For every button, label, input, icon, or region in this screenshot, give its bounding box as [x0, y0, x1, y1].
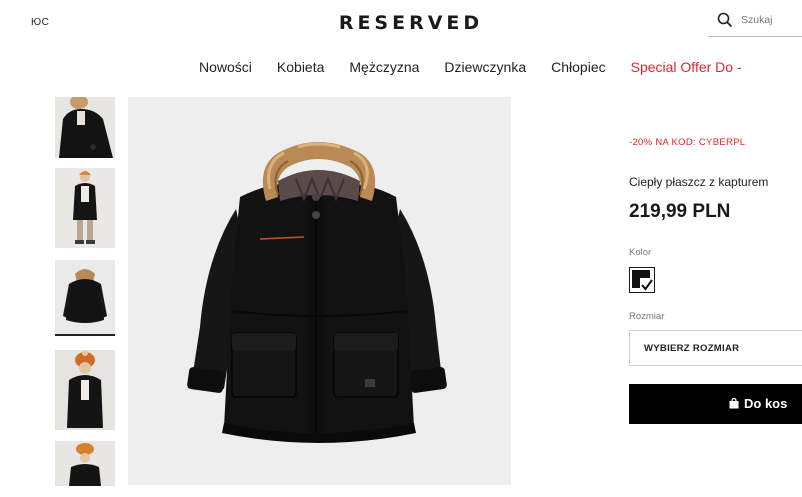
nav-item-special-offer[interactable]: Special Offer Do -	[631, 59, 742, 79]
main-nav: Nowości Kobieta Mężczyzna Dziewczynka Ch…	[199, 59, 767, 79]
search-placeholder: Szukaj	[741, 14, 773, 26]
nav-item-nowosci[interactable]: Nowości	[199, 59, 252, 79]
promo-code-label: -20% NA KOD: CYBERPL	[629, 137, 746, 148]
product-price: 219,99 PLN	[629, 201, 731, 222]
thumbnail-3-selected[interactable]	[55, 260, 115, 336]
size-label: Rozmiar	[629, 311, 665, 322]
shopping-bag-icon	[729, 398, 739, 409]
add-to-cart-button[interactable]: Do kos	[629, 384, 802, 424]
nav-item-kobieta[interactable]: Kobieta	[277, 59, 324, 79]
nav-item-dziewczynka[interactable]: Dziewczynka	[444, 59, 526, 79]
color-swatch-black[interactable]	[629, 267, 655, 293]
size-select-value: WYBIERZ ROZMIAR	[644, 343, 740, 354]
thumbnail-2[interactable]	[55, 168, 115, 248]
logo-text: RESERVED	[338, 12, 484, 34]
logo[interactable]: RESERVED	[0, 12, 802, 34]
size-select[interactable]: WYBIERZ ROZMIAR	[629, 330, 802, 366]
search-icon	[717, 12, 733, 28]
jacket-image	[128, 97, 511, 485]
thumbnail-image-2	[55, 168, 115, 248]
thumbnail-image-1	[55, 97, 115, 158]
add-to-cart-label: Do kos	[744, 396, 788, 411]
thumbnail-1[interactable]	[55, 97, 115, 158]
top-bar: ЮC RESERVED Szukaj	[0, 0, 802, 48]
check-icon	[640, 278, 654, 292]
nav-item-mezczyzna[interactable]: Mężczyzna	[349, 59, 419, 79]
nav-item-chlopiec[interactable]: Chłopiec	[551, 59, 605, 79]
thumbnail-4[interactable]	[55, 350, 115, 430]
thumbnail-image-4	[55, 350, 115, 430]
main-product-image[interactable]	[128, 97, 511, 485]
thumbnail-image-3	[55, 260, 115, 334]
add-to-cart-content: Do kos	[729, 396, 787, 411]
thumbnail-image-5	[55, 441, 115, 486]
search-input[interactable]: Szukaj	[708, 6, 802, 37]
thumbnail-5[interactable]	[55, 441, 115, 486]
color-label: Kolor	[629, 247, 652, 258]
product-title: Ciepły płaszcz z kapturem	[629, 175, 769, 189]
